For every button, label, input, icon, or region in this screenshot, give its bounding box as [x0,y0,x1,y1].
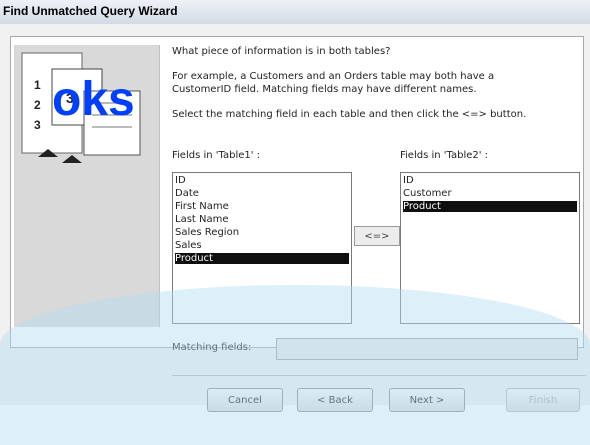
table1-field-2[interactable]: First Name [175,201,229,212]
titlebar: Find Unmatched Query Wizard [0,0,590,24]
table1-field-6[interactable]: Product [175,253,349,264]
watermark-text: oks [52,73,135,126]
window-title: Find Unmatched Query Wizard [3,4,178,18]
instruction-line-2a: For example, a Customers and an Orders t… [172,71,495,82]
table1-label: Fields in 'Table1' : [172,150,261,161]
table2-field-2[interactable]: Product [403,201,577,212]
table2-field-0[interactable]: ID [403,175,414,186]
instruction-line-2b: CustomerID field. Matching fields may ha… [172,84,477,95]
instruction-line-3: Select the matching field in each table … [172,109,527,120]
background-overlay [0,285,590,445]
table1-field-0[interactable]: ID [175,175,186,186]
svg-text:3: 3 [34,118,41,132]
svg-text:2: 2 [34,98,41,112]
table2-label: Fields in 'Table2' : [400,150,489,161]
table2-field-1[interactable]: Customer [403,188,452,199]
table1-field-4[interactable]: Sales Region [175,227,239,238]
svg-text:1: 1 [34,78,41,92]
table1-field-5[interactable]: Sales [175,240,202,251]
match-fields-button[interactable]: <=> [354,226,400,246]
instruction-line-1: What piece of information is in both tab… [172,46,391,57]
table1-field-1[interactable]: Date [175,188,199,199]
table1-field-3[interactable]: Last Name [175,214,229,225]
